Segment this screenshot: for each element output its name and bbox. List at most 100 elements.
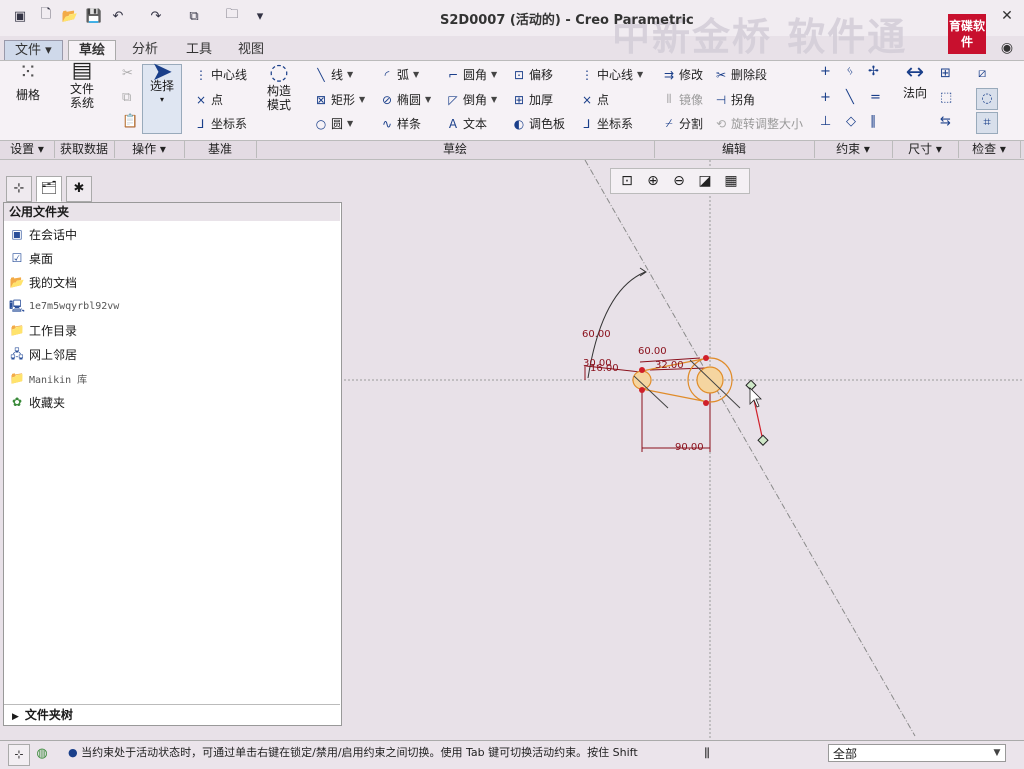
customize-toolbar-icon[interactable]: ▾ bbox=[252, 8, 268, 24]
tab-view[interactable]: 视图 bbox=[228, 40, 274, 60]
rotate-handle-bottom[interactable] bbox=[757, 434, 769, 446]
group-operations[interactable]: 操作 ▾ bbox=[114, 140, 185, 158]
new-file-icon[interactable]: 🗋 bbox=[38, 7, 54, 24]
spline-button[interactable]: ∿ 样条 bbox=[380, 115, 421, 132]
select-button[interactable]: ➤ 选择 ▾ bbox=[142, 59, 182, 134]
favorites-tab-icon[interactable]: ✱ bbox=[66, 176, 92, 202]
perimeter-dimension-icon[interactable]: ⊞ bbox=[940, 66, 951, 81]
sketch-point-button[interactable]: × 点 bbox=[580, 91, 609, 108]
folder-item-desktop[interactable]: ☑ 桌面 bbox=[9, 247, 53, 269]
selection-filter-select[interactable]: 全部 bbox=[828, 744, 1006, 762]
group-setup[interactable]: 设置 ▾ bbox=[0, 140, 55, 158]
overlap-inspect-icon[interactable]: ⧄ bbox=[978, 66, 986, 81]
midpoint-constraint-icon[interactable]: ✢ bbox=[868, 64, 879, 79]
vertex[interactable] bbox=[639, 387, 645, 393]
group-datum[interactable]: 基准 bbox=[184, 140, 257, 158]
tab-file[interactable]: 文件 ▾ bbox=[4, 40, 63, 62]
display-filter-icon[interactable]: ▦ bbox=[721, 171, 741, 191]
dim-90[interactable]: 90.00 bbox=[675, 442, 704, 453]
chevron-down-icon[interactable]: ▼ bbox=[990, 745, 1004, 761]
corner-button[interactable]: ⊣ 拐角 bbox=[714, 91, 755, 108]
arc-button[interactable]: ◜ 弧 ▼ bbox=[380, 66, 420, 83]
group-editing[interactable]: 编辑 bbox=[654, 140, 815, 158]
horizontal-constraint-icon[interactable]: + bbox=[820, 90, 831, 105]
sketch-canvas[interactable]: 60.00 30.00 16.00 60.00 32.00 90.00 bbox=[342, 160, 1024, 738]
zoom-out-icon[interactable]: ⊖ bbox=[669, 171, 689, 191]
grid-button[interactable]: ⁙ 栅格 bbox=[8, 62, 48, 103]
copy-icon[interactable]: ⧉ bbox=[122, 90, 131, 105]
group-inspect[interactable]: 检查 ▾ bbox=[958, 140, 1021, 158]
group-get-data[interactable]: 获取数据 bbox=[54, 140, 115, 158]
vertex[interactable] bbox=[703, 355, 709, 361]
baseline-dimension-icon[interactable]: ⬚ bbox=[940, 90, 952, 105]
equal-constraint-icon[interactable]: = bbox=[870, 90, 881, 105]
window-icon[interactable]: 🗀 bbox=[224, 7, 240, 24]
folder-browser-tab-icon[interactable]: 🗂 bbox=[36, 176, 62, 202]
thicken-button[interactable]: ⊞ 加厚 bbox=[512, 91, 553, 108]
sketch-centerline-button[interactable]: ⋮ 中心线 ▼ bbox=[580, 66, 643, 83]
zoom-in-icon[interactable]: ⊕ bbox=[643, 171, 663, 191]
normal-dimension-button[interactable]: ↔ 法向 bbox=[896, 62, 934, 101]
tangent-constraint-icon[interactable]: ᛃ bbox=[846, 64, 854, 79]
vertex[interactable] bbox=[703, 400, 709, 406]
offset-button[interactable]: ⊡ 偏移 bbox=[512, 66, 553, 83]
navigator-toggle-icon[interactable]: ⊹ bbox=[8, 744, 30, 766]
mirror-button[interactable]: ⫴ 镜像 bbox=[662, 91, 703, 108]
group-dimension[interactable]: 尺寸 ▾ bbox=[892, 140, 959, 158]
construction-mode-button[interactable]: ◌ 构造 模式 bbox=[262, 62, 296, 113]
modify-button[interactable]: ⇉ 修改 bbox=[662, 66, 703, 83]
undo-icon[interactable]: ↶ bbox=[110, 8, 126, 24]
folder-item-documents[interactable]: 📂 我的文档 bbox=[9, 271, 78, 293]
folder-item-network[interactable]: 🖧 网上邻居 bbox=[9, 343, 77, 365]
sketch-view-icon[interactable]: ◪ bbox=[695, 171, 715, 191]
redo-icon[interactable]: ↷ bbox=[148, 8, 164, 24]
circle-button[interactable]: ○ 圆 ▼ bbox=[314, 115, 353, 132]
reference-dimension-icon[interactable]: ⇆ bbox=[940, 114, 951, 129]
smart-select-icon[interactable]: ⫼ bbox=[698, 744, 716, 762]
coincident-constraint-icon[interactable]: ╲ bbox=[846, 90, 854, 105]
shade-closed-icon[interactable]: ◌ bbox=[976, 88, 998, 110]
rectangle-button[interactable]: ⊠ 矩形 ▼ bbox=[314, 91, 365, 108]
dim-32[interactable]: 32.00 bbox=[655, 360, 684, 371]
datum-centerline-button[interactable]: ⋮ 中心线 bbox=[194, 66, 247, 83]
rotate-resize-button[interactable]: ⟲ 旋转调整大小 bbox=[714, 115, 803, 132]
folder-item-working-dir[interactable]: 📁 工作目录 bbox=[9, 319, 78, 341]
file-system-button[interactable]: ▤ 文件 系统 bbox=[62, 60, 102, 111]
folder-item-computer[interactable]: 🖳 1e7m5wqyrbl92vw bbox=[9, 295, 119, 317]
model-tree-tab-icon[interactable]: ⊹ bbox=[6, 176, 32, 202]
group-constrain[interactable]: 约束 ▾ bbox=[814, 140, 893, 158]
text-button[interactable]: A 文本 bbox=[446, 115, 487, 132]
help-icon[interactable]: ◉ bbox=[998, 40, 1016, 56]
parallel-constraint-icon[interactable]: ∥ bbox=[870, 114, 877, 129]
dim-16[interactable]: 16.00 bbox=[590, 363, 619, 374]
folder-item-manikin[interactable]: 📁 Manikin 库 bbox=[9, 367, 88, 389]
line-button[interactable]: ╲ 线 ▼ bbox=[314, 66, 353, 83]
vertical-constraint-icon[interactable]: + bbox=[820, 64, 831, 79]
dim-angle-60[interactable]: 60.00 bbox=[582, 329, 611, 340]
regenerate-icon[interactable]: ⧉ bbox=[186, 8, 202, 24]
paste-icon[interactable]: 📋 bbox=[122, 114, 138, 129]
divide-button[interactable]: ⌿ 分割 bbox=[662, 115, 703, 132]
tab-tools[interactable]: 工具 bbox=[176, 40, 222, 60]
browser-toggle-icon[interactable]: ◍ bbox=[32, 744, 52, 764]
refit-icon[interactable]: ⊡ bbox=[617, 171, 637, 191]
vertex[interactable] bbox=[639, 367, 645, 373]
folder-item-session[interactable]: ▣ 在会话中 bbox=[9, 223, 77, 245]
perpendicular-constraint-icon[interactable]: ⊥ bbox=[820, 114, 831, 129]
group-sketching[interactable]: 草绘 bbox=[256, 140, 655, 158]
folder-item-favorites[interactable]: ✿ 收藏夹 bbox=[9, 391, 65, 413]
small-circle[interactable] bbox=[632, 370, 652, 390]
save-icon[interactable]: 💾 bbox=[86, 8, 102, 24]
datum-coord-button[interactable]: ⅃ 坐标系 bbox=[194, 115, 247, 132]
symmetric-constraint-icon[interactable]: ◇ bbox=[846, 114, 856, 129]
dim-60[interactable]: 60.00 bbox=[638, 346, 667, 357]
ellipse-button[interactable]: ⊘ 椭圆 ▼ bbox=[380, 91, 431, 108]
open-folder-icon[interactable]: 📂 bbox=[62, 8, 78, 24]
palette-button[interactable]: ◐ 调色板 bbox=[512, 115, 565, 132]
fillet-button[interactable]: ⌐ 圆角 ▼ bbox=[446, 66, 497, 83]
datum-point-button[interactable]: × 点 bbox=[194, 91, 223, 108]
open-ends-icon[interactable]: ⌗ bbox=[976, 112, 998, 134]
delete-segment-button[interactable]: ✂ 删除段 bbox=[714, 66, 767, 83]
close-window-icon[interactable]: ✕ bbox=[998, 8, 1016, 24]
sketch-coord-button[interactable]: ⅃ 坐标系 bbox=[580, 115, 633, 132]
